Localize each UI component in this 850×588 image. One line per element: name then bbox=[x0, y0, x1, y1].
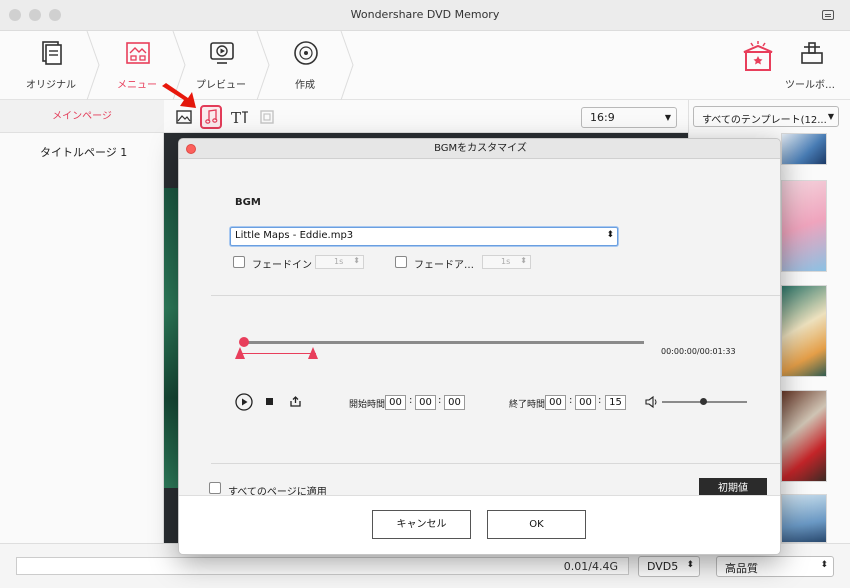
window-title: Wondershare DVD Memory bbox=[350, 8, 500, 21]
bgm-dialog: BGMをカスタマイズ BGM Little Maps - Eddie.mp3 ⬍… bbox=[178, 138, 781, 555]
divider bbox=[211, 463, 780, 464]
fade-out-label: フェードア… bbox=[414, 260, 474, 271]
dialog-title: BGMをカスタマイズ bbox=[434, 143, 527, 154]
up-down-icon: ⬍ bbox=[820, 560, 828, 570]
bgm-section-label: BGM bbox=[235, 197, 261, 208]
document-icon bbox=[42, 41, 62, 65]
fade-in-checkbox[interactable] bbox=[233, 256, 245, 268]
stepper-icon: ⬍ bbox=[353, 256, 360, 265]
fade-out-checkbox[interactable] bbox=[395, 256, 407, 268]
toolbox-label: ツールボ… bbox=[785, 80, 835, 91]
disc-type-select[interactable]: DVD5 ⬍ bbox=[638, 556, 700, 577]
fade-out-duration: 1s ⬍ bbox=[482, 255, 531, 269]
end-seconds-input[interactable]: 15 bbox=[605, 395, 626, 410]
volume-knob[interactable] bbox=[699, 398, 707, 405]
feedback-icon[interactable] bbox=[822, 10, 834, 20]
dialog-title-bar: BGMをカスタマイズ bbox=[179, 139, 780, 159]
step-original[interactable]: オリジナル bbox=[8, 31, 94, 100]
stepper-icon: ⬍ bbox=[520, 256, 527, 265]
cancel-button[interactable]: キャンセル bbox=[372, 510, 471, 539]
step-burn[interactable]: 作成 bbox=[262, 31, 348, 100]
stop-icon[interactable] bbox=[265, 397, 275, 407]
start-minutes-input[interactable]: 00 bbox=[415, 395, 436, 410]
start-seconds-input[interactable]: 00 bbox=[444, 395, 465, 410]
menu-template-icon bbox=[126, 42, 150, 64]
step-label: 作成 bbox=[295, 80, 315, 91]
disc-type-value: DVD5 bbox=[647, 560, 679, 573]
start-time-label: 開始時間 bbox=[349, 400, 386, 410]
app-window: Wondershare DVD Memory オリジナル メニュー プレビュー … bbox=[0, 0, 850, 588]
step-label: オリジナル bbox=[26, 80, 76, 91]
volume-icon bbox=[645, 395, 657, 409]
capacity-value: 0.01/4.4G bbox=[563, 560, 618, 573]
music-file-value: Little Maps - Eddie.mp3 bbox=[235, 230, 354, 241]
selected-range bbox=[242, 353, 316, 354]
divider bbox=[211, 295, 780, 296]
range-end-handle[interactable] bbox=[308, 347, 318, 359]
time-separator: : bbox=[598, 395, 602, 406]
fade-out-value: 1s bbox=[501, 257, 511, 266]
workflow-toolbar: オリジナル メニュー プレビュー 作成 ツールボ… bbox=[0, 31, 850, 100]
apply-all-checkbox[interactable] bbox=[209, 482, 221, 494]
end-hours-input[interactable]: 00 bbox=[545, 395, 566, 410]
quality-value: 高品質 bbox=[725, 562, 758, 575]
title-bar: Wondershare DVD Memory bbox=[0, 0, 850, 31]
play-icon[interactable] bbox=[235, 393, 253, 411]
step-divider bbox=[340, 31, 354, 100]
preview-icon bbox=[210, 42, 234, 64]
audio-timeline-track[interactable] bbox=[243, 341, 644, 344]
import-icon[interactable] bbox=[289, 395, 302, 408]
quality-select[interactable]: 高品質 ⬍ bbox=[716, 556, 834, 577]
time-separator: : bbox=[569, 395, 573, 406]
music-file-select[interactable]: Little Maps - Eddie.mp3 ⬍ bbox=[230, 227, 618, 246]
fade-in-value: 1s bbox=[334, 257, 344, 266]
ok-button[interactable]: OK bbox=[487, 510, 586, 539]
end-time-label: 終了時間 bbox=[509, 400, 546, 410]
up-down-icon: ⬍ bbox=[606, 230, 614, 240]
fade-in-duration: 1s ⬍ bbox=[315, 255, 364, 269]
start-hours-input[interactable]: 00 bbox=[385, 395, 406, 410]
time-separator: : bbox=[438, 395, 442, 406]
disc-capacity-bar: 0.01/4.4G bbox=[16, 557, 629, 575]
fade-in-label: フェードイン bbox=[252, 260, 312, 271]
time-separator: : bbox=[409, 395, 413, 406]
dialog-close-button[interactable] bbox=[186, 144, 196, 154]
toolbox-button[interactable]: ツールボ… bbox=[770, 31, 850, 100]
dialog-body: BGM Little Maps - Eddie.mp3 ⬍ フェードイン 1s … bbox=[179, 159, 780, 504]
toolbox-icon bbox=[801, 42, 823, 64]
up-down-icon: ⬍ bbox=[686, 560, 694, 570]
playhead-handle[interactable] bbox=[239, 337, 249, 347]
dialog-footer: キャンセル OK bbox=[179, 495, 780, 554]
end-minutes-input[interactable]: 00 bbox=[575, 395, 596, 410]
disc-icon bbox=[294, 41, 318, 65]
time-readout: 00:00:00/00:01:33 bbox=[661, 347, 736, 356]
range-start-handle[interactable] bbox=[235, 347, 245, 359]
